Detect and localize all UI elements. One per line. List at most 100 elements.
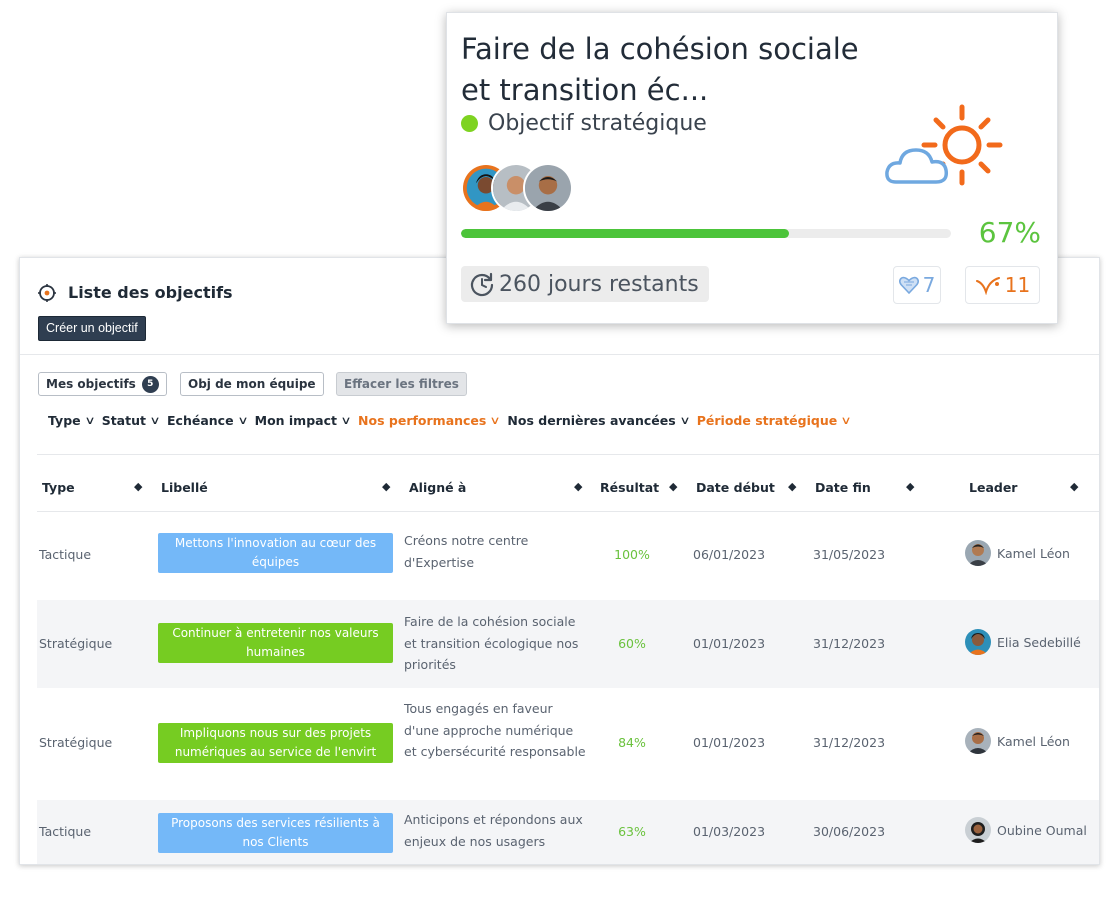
table-header: Type ◆ Libellé ◆ Aligné à ◆ Résultat ◆ D… xyxy=(37,472,1099,512)
days-remaining-text: 260 jours restants xyxy=(499,271,699,297)
row-type: Tactique xyxy=(39,547,92,562)
filter-dropdowns: Type ∨ Statut ∨ Echéance ∨ Mon impact ∨ Nos perf… xyxy=(48,413,852,428)
progress-bar xyxy=(461,229,951,238)
sort-icon[interactable]: ◆ xyxy=(788,480,796,493)
leader-name: Oubine Oumal xyxy=(997,822,1087,838)
start-date: 01/03/2023 xyxy=(693,824,766,839)
table-row[interactable]: Stratégique Impliquons nous sur des proj… xyxy=(37,688,1099,800)
filter-dropdown-label: Nos dernières avancées xyxy=(507,413,676,428)
end-date: 31/12/2023 xyxy=(813,735,886,750)
leader-name: Kamel Léon xyxy=(997,545,1070,561)
filter-dropdown[interactable]: Nos performances ∨ xyxy=(358,413,502,428)
row-type: Stratégique xyxy=(39,735,113,750)
clear-filters-button[interactable]: Effacer les filtres xyxy=(336,372,467,396)
contributors-avatars[interactable] xyxy=(461,163,581,215)
weather-sun-cloud-icon xyxy=(885,104,1003,186)
end-date: 31/05/2023 xyxy=(813,547,886,562)
chevron-down-icon: ∨ xyxy=(840,414,852,427)
chevron-down-icon: ∨ xyxy=(340,414,352,427)
team-objectives-label: Obj de mon équipe xyxy=(188,377,316,391)
row-type: Tactique xyxy=(39,824,92,839)
aligned-objective[interactable]: Créons notre centre d'Expertise xyxy=(404,530,589,573)
avatar xyxy=(523,163,573,213)
filter-dropdown-label: Nos performances xyxy=(358,413,487,428)
objectives-list-panel: Liste des objectifs Créer un objectif Me… xyxy=(19,257,1100,865)
chevron-down-icon: ∨ xyxy=(149,414,161,427)
filter-dropdown[interactable]: Mon impact ∨ xyxy=(254,413,352,428)
aligned-objective[interactable]: Anticipons et répondons aux enjeux de no… xyxy=(404,809,589,852)
column-aligned-header[interactable]: Aligné à xyxy=(409,480,466,495)
target-icon xyxy=(38,283,56,302)
column-leader-header[interactable]: Leader xyxy=(969,480,1017,495)
chevron-down-icon: ∨ xyxy=(236,414,249,427)
result-value: 60% xyxy=(618,636,646,651)
chevron-down-icon: ∨ xyxy=(84,414,96,427)
filter-dropdown[interactable]: Type ∨ xyxy=(48,413,96,428)
avatar xyxy=(965,728,991,754)
objective-card[interactable]: Faire de la cohésion sociale et transiti… xyxy=(446,12,1058,324)
aligned-objective[interactable]: Faire de la cohésion sociale et transiti… xyxy=(404,611,589,676)
leader-name: Kamel Léon xyxy=(997,733,1070,749)
sort-icon[interactable]: ◆ xyxy=(382,480,390,493)
sort-icon[interactable]: ◆ xyxy=(134,480,142,493)
objective-label-pill[interactable]: Mettons l'innovation au cœur des équipes xyxy=(158,533,393,573)
signals-count: 11 xyxy=(1004,273,1031,297)
objective-label-pill[interactable]: Continuer à entretenir nos valeurs humai… xyxy=(158,623,393,663)
end-date: 30/06/2023 xyxy=(813,824,886,839)
leader[interactable]: Elia Sedebillé xyxy=(965,629,1081,655)
heart-icon xyxy=(898,276,919,294)
objective-label-pill[interactable]: Impliquons nous sur des projets numériqu… xyxy=(158,723,393,763)
filter-dropdown-label: Statut xyxy=(101,413,146,428)
column-label-header[interactable]: Libellé xyxy=(161,480,208,495)
table-row[interactable]: Tactique Mettons l'innovation au cœur de… xyxy=(37,512,1099,600)
column-type-header[interactable]: Type xyxy=(42,480,75,495)
clear-filters-label: Effacer les filtres xyxy=(344,377,459,391)
create-objective-button[interactable]: Créer un objectif xyxy=(38,316,146,341)
filter-dropdown-label: Echéance xyxy=(167,413,234,428)
signal-icon xyxy=(975,277,1000,295)
start-date: 06/01/2023 xyxy=(693,547,766,562)
status-dot-icon xyxy=(461,115,478,132)
signals-button[interactable]: 11 xyxy=(965,266,1040,304)
panel-title-text: Liste des objectifs xyxy=(68,283,233,302)
sort-icon[interactable]: ◆ xyxy=(669,480,677,493)
filter-dropdown-label: Période stratégique xyxy=(696,413,838,428)
leader[interactable]: Oubine Oumal xyxy=(965,817,1087,843)
avatar xyxy=(965,817,991,843)
team-objectives-filter[interactable]: Obj de mon équipe xyxy=(180,372,324,396)
progress-bar-fill xyxy=(461,229,790,238)
filter-dropdown[interactable]: Nos dernières avancées ∨ xyxy=(507,413,690,428)
my-objectives-filter[interactable]: Mes objectifs 5 xyxy=(38,372,167,396)
end-date: 31/12/2023 xyxy=(813,636,886,651)
leader[interactable]: Kamel Léon xyxy=(965,728,1070,754)
filter-dropdown-label: Mon impact xyxy=(254,413,337,428)
table-row[interactable]: Tactique Proposons des services résilien… xyxy=(37,800,1099,864)
chevron-down-icon: ∨ xyxy=(489,414,502,427)
table-row[interactable]: Stratégique Continuer à entretenir nos v… xyxy=(37,600,1099,688)
divider xyxy=(37,454,1099,455)
filter-dropdown[interactable]: Période stratégique ∨ xyxy=(696,413,852,428)
likes-count: 7 xyxy=(922,273,936,297)
objective-label-pill[interactable]: Proposons des services résilients à nos … xyxy=(158,813,393,853)
aligned-objective[interactable]: Tous engagés en faveur d'une approche nu… xyxy=(404,698,589,763)
column-start-header[interactable]: Date début xyxy=(696,480,775,495)
start-date: 01/01/2023 xyxy=(693,636,766,651)
sort-icon[interactable]: ◆ xyxy=(1070,480,1078,493)
avatar xyxy=(965,540,991,566)
avatar xyxy=(965,629,991,655)
clock-refresh-icon xyxy=(470,272,494,297)
leader[interactable]: Kamel Léon xyxy=(965,540,1070,566)
progress-percentage: 67% xyxy=(978,216,1041,249)
column-end-header[interactable]: Date fin xyxy=(815,480,871,495)
sort-icon[interactable]: ◆ xyxy=(906,480,914,493)
sort-icon[interactable]: ◆ xyxy=(574,480,582,493)
start-date: 01/01/2023 xyxy=(693,735,766,750)
filter-dropdown[interactable]: Statut ∨ xyxy=(101,413,161,428)
objective-type-label: Objectif stratégique xyxy=(488,111,707,136)
filter-dropdown[interactable]: Echéance ∨ xyxy=(167,413,249,428)
column-result-header[interactable]: Résultat xyxy=(600,480,659,495)
panel-title: Liste des objectifs xyxy=(38,283,233,302)
likes-button[interactable]: 7 xyxy=(893,266,941,304)
row-type: Stratégique xyxy=(39,636,113,651)
result-value: 100% xyxy=(614,547,650,562)
